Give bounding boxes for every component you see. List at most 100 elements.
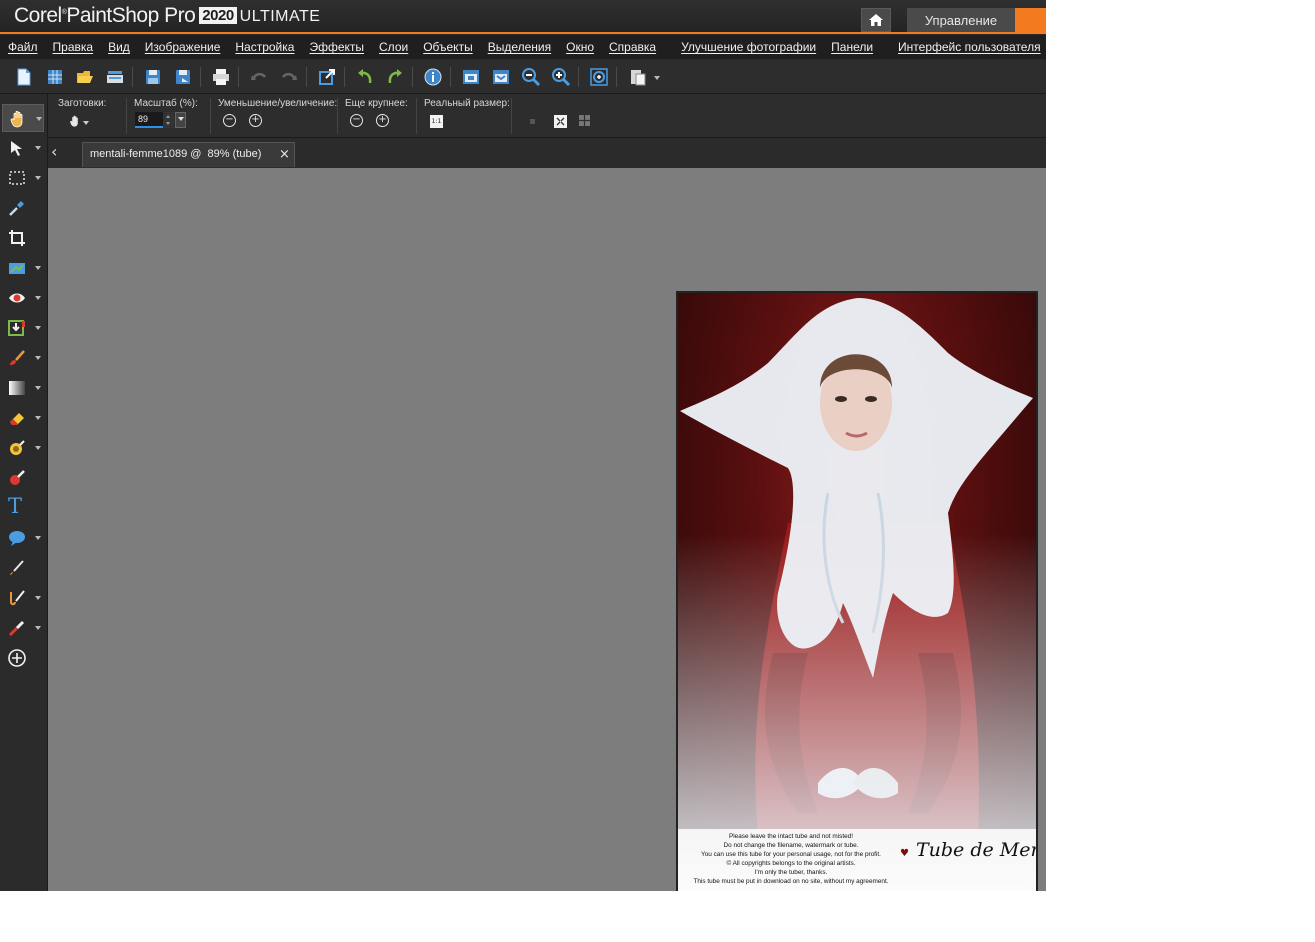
document-tab[interactable]: mentali-femme1089 @ 89% (tube) × (82, 142, 295, 167)
grid-icon[interactable] (579, 115, 590, 126)
watermark-text: Please leave the intact tube and not mis… (684, 832, 898, 887)
zoom-more-out-button[interactable]: − (350, 114, 363, 127)
fit-screen-icon[interactable] (491, 67, 511, 87)
retouch-tool[interactable] (2, 614, 44, 642)
new-file-icon[interactable] (14, 67, 34, 87)
pen-tool[interactable] (2, 554, 44, 582)
rotate-right-icon[interactable] (385, 67, 405, 87)
zoom-spinner[interactable] (163, 112, 174, 128)
menu-window[interactable]: Окно (558, 40, 601, 54)
zoom-more-in-button[interactable]: + (376, 114, 389, 127)
brand-edition: ULTIMATE (239, 8, 321, 25)
dodge-tool[interactable] (2, 434, 44, 462)
undo-icon[interactable] (249, 67, 269, 87)
gradient-fill-tool[interactable] (2, 374, 44, 402)
presets-hand-icon[interactable] (68, 114, 82, 128)
add-tools-button[interactable] (2, 644, 44, 672)
open-icon[interactable] (75, 67, 95, 87)
save-as-icon[interactable] (173, 67, 193, 87)
eraser-tool[interactable] (2, 404, 44, 432)
zoom-percent-input[interactable]: 89 (135, 112, 163, 128)
tabs-back-icon[interactable]: ‹ (51, 144, 65, 161)
info-icon[interactable] (423, 67, 443, 87)
heart-icon: ♥ (900, 848, 909, 859)
zoom-inout-label: Уменьшение/увеличение: (218, 98, 338, 109)
zoom-in-button[interactable]: + (249, 114, 262, 127)
small-square-icon[interactable] (530, 119, 535, 124)
title-bar: Corel®PaintShop Pro 2020 ULTIMATE Управлен… (0, 0, 1046, 34)
toolbar-separator (616, 67, 617, 87)
eraser-tool-icon (10, 413, 24, 425)
zoom-out-icon[interactable] (521, 67, 541, 87)
paint-brush-tool[interactable] (2, 344, 44, 372)
color-replacer-tool[interactable] (2, 464, 44, 492)
menu-photo-enhance[interactable]: Улучшение фотографии (673, 40, 823, 54)
manage-tab[interactable]: Управление (907, 8, 1015, 32)
menu-image[interactable]: Изображение (137, 40, 228, 54)
dropdown-arrow (35, 446, 41, 450)
options-separator (416, 98, 417, 134)
paste-dropdown-arrow[interactable] (654, 76, 660, 80)
menu-objects[interactable]: Объекты (415, 40, 480, 54)
smart-fill-tool[interactable] (2, 314, 44, 342)
save-icon[interactable] (143, 67, 163, 87)
actual-size-label: Реальный размер: (424, 98, 510, 109)
new-from-template-icon[interactable] (45, 67, 65, 87)
preset-shape-tool[interactable] (2, 524, 44, 552)
menu-file[interactable]: Файл (0, 40, 45, 54)
menu-selections[interactable]: Выделения (480, 40, 558, 54)
zoom-actual-icon[interactable] (589, 67, 609, 87)
dropdown-arrow (35, 386, 41, 390)
pan-tool-icon (10, 110, 23, 128)
text-tool-icon: T (8, 494, 23, 518)
zoom-dropdown-button[interactable] (175, 112, 186, 128)
red-eye-tool[interactable] (2, 284, 44, 312)
tool-options-palette: Заготовки: Масштаб (%): 89 Уменьшение/ув… (48, 94, 1046, 138)
menu-help[interactable]: Справка (601, 40, 663, 54)
rotate-left-icon[interactable] (355, 67, 375, 87)
home-button[interactable] (861, 8, 891, 32)
toolbar-separator (344, 67, 345, 87)
redo-icon[interactable] (279, 67, 299, 87)
menu-view[interactable]: Вид (100, 40, 137, 54)
dropper-tool[interactable] (2, 194, 44, 222)
menu-effects[interactable]: Эффекты (301, 40, 371, 54)
toolbar-separator (412, 67, 413, 87)
menu-palettes[interactable]: Панели (823, 40, 880, 54)
actual-size-button[interactable]: 1:1 (430, 115, 443, 128)
print-icon[interactable] (211, 67, 231, 87)
scan-icon[interactable] (105, 67, 125, 87)
pick-tool[interactable] (2, 134, 44, 162)
straighten-tool[interactable] (2, 254, 44, 282)
menu-layers[interactable]: Слои (371, 40, 415, 54)
pen-tool-icon (10, 560, 24, 575)
document-tab-bar: ‹ mentali-femme1089 @ 89% (tube) × (48, 139, 1046, 168)
presets-dropdown-arrow[interactable] (83, 121, 89, 125)
zoom-out-button[interactable]: − (223, 114, 236, 127)
selection-tool[interactable] (2, 164, 44, 192)
art-brush-tool-icon (10, 590, 25, 606)
watermark-strip: Please leave the intact tube and not mis… (678, 829, 1036, 891)
dropdown-arrow (36, 117, 42, 121)
paste-icon[interactable] (628, 67, 648, 87)
image-canvas[interactable]: Please leave the intact tube and not mis… (678, 293, 1036, 891)
text-tool[interactable]: T (2, 494, 44, 522)
paint-brush-tool-icon (10, 350, 25, 365)
zoom-in-icon[interactable] (551, 67, 571, 87)
edit-tab[interactable] (1015, 8, 1046, 32)
close-tab-icon[interactable]: × (279, 147, 290, 162)
pan-tool[interactable] (2, 104, 44, 132)
fit-window-icon[interactable] (461, 67, 481, 87)
crop-tool[interactable] (2, 224, 44, 252)
options-separator (126, 98, 127, 134)
home-icon (869, 14, 883, 26)
menu-edit[interactable]: Правка (45, 40, 101, 54)
menu-adjust[interactable]: Настройка (227, 40, 301, 54)
watermark-line: © All copyrights belongs to the original… (726, 860, 856, 868)
menu-bar: Файл Правка Вид Изображение Настройка Эф… (0, 35, 1046, 59)
fit-icon[interactable] (554, 115, 567, 128)
art-brush-tool[interactable] (2, 584, 44, 612)
tuber-signature: ♥ Tube de Mentali ♥ (900, 837, 1036, 862)
menu-user-interface[interactable]: Интерфейс пользователя (890, 40, 1046, 54)
resize-icon[interactable] (317, 67, 337, 87)
